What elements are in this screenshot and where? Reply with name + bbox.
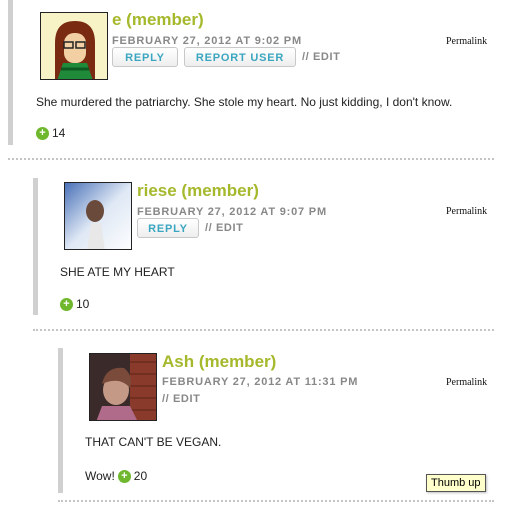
comment-date[interactable]: FEBRUARY 27, 2012 AT 11:31 PM [162,376,358,388]
vote-prefix: Wow! [85,469,115,483]
avatar[interactable] [89,353,157,421]
thumb-up-tooltip: Thumb up [426,474,486,492]
vote-count: 20 [133,469,148,483]
plus-circle-icon[interactable]: + [117,469,131,483]
comment-3: Ash (member) FEBRUARY 27, 2012 AT 11:31 … [0,0,510,512]
comment-actions: // EDIT [162,393,200,405]
photo-avatar-image [90,354,156,420]
thread-bar [58,348,63,493]
comment-author[interactable]: Ash (member) [162,352,276,372]
comment-divider [58,500,494,502]
edit-link[interactable]: // EDIT [162,393,200,405]
permalink-link[interactable]: Permalink [446,377,487,388]
vote-counter: Wow! + 20 [85,469,147,483]
comment-body: THAT CAN'T BE VEGAN. [85,435,222,449]
